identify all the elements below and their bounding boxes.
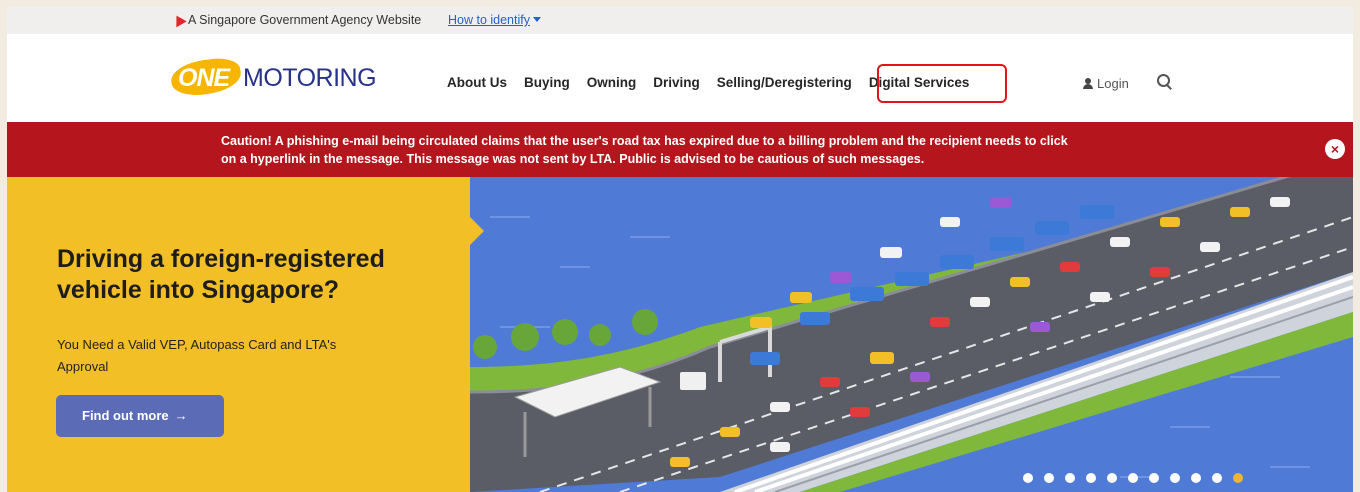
carousel-dot[interactable]	[1212, 473, 1222, 483]
caution-line-2: on a hyperlink in the message. This mess…	[221, 152, 925, 166]
how-to-identify-link[interactable]: How to identify	[448, 13, 541, 27]
carousel-dot[interactable]	[1170, 473, 1180, 483]
causeway-traffic-illustration	[470, 177, 1353, 492]
nav-driving[interactable]: Driving	[653, 75, 700, 90]
logo-one-text: ONE	[178, 64, 230, 92]
logo-motoring-text: MOTORING	[243, 64, 377, 92]
find-out-more-button[interactable]: Find out more →	[56, 395, 224, 437]
phishing-caution-banner: Caution! A phishing e-mail being circula…	[7, 122, 1353, 177]
hero-text-panel: Driving a foreign-registered vehicle int…	[7, 177, 484, 492]
site-header: ONE MOTORING About Us Buying Owning Driv…	[7, 34, 1353, 122]
carousel-dot[interactable]	[1065, 473, 1075, 483]
carousel-dot[interactable]	[1023, 473, 1033, 483]
digital-services-highlight	[877, 64, 1007, 103]
carousel-dots	[1023, 473, 1254, 483]
nav-owning[interactable]: Owning	[587, 75, 637, 90]
hero-illustration	[470, 177, 1353, 492]
carousel-dot[interactable]	[1044, 473, 1054, 483]
login-label: Login	[1097, 76, 1129, 91]
nav-buying[interactable]: Buying	[524, 75, 570, 90]
nav-about-us[interactable]: About Us	[447, 75, 507, 90]
close-icon[interactable]: ×	[1325, 139, 1345, 159]
hero-title: Driving a foreign-registered vehicle int…	[57, 245, 385, 304]
browser-page: A Singapore Government Agency Website Ho…	[7, 7, 1353, 492]
carousel-dot[interactable]	[1086, 473, 1096, 483]
page-scrollbar[interactable]	[1353, 0, 1360, 492]
how-to-identify-label: How to identify	[448, 13, 530, 27]
nav-selling-deregistering[interactable]: Selling/Deregistering	[717, 75, 852, 90]
user-icon	[1083, 78, 1093, 89]
carousel-dot-active[interactable]	[1233, 473, 1243, 483]
carousel-dot[interactable]	[1128, 473, 1138, 483]
government-masthead: A Singapore Government Agency Website Ho…	[7, 7, 1353, 34]
search-icon[interactable]	[1157, 74, 1172, 89]
caret-down-icon	[532, 17, 541, 22]
carousel-dot[interactable]	[1149, 473, 1159, 483]
find-out-more-label: Find out more	[82, 408, 169, 423]
agency-text: A Singapore Government Agency Website	[188, 13, 422, 27]
hero-carousel: Driving a foreign-registered vehicle int…	[7, 177, 1353, 492]
carousel-dot[interactable]	[1107, 473, 1117, 483]
singapore-lion-icon	[171, 12, 187, 28]
login-link[interactable]: Login	[1083, 76, 1129, 91]
hero-subtitle: You Need a Valid VEP, Autopass Card and …	[57, 337, 337, 374]
carousel-dot[interactable]	[1191, 473, 1201, 483]
arrow-right-icon: →	[174, 408, 188, 423]
panel-pointer	[470, 217, 484, 245]
caution-line-1: Caution! A phishing e-mail being circula…	[221, 134, 1068, 148]
onemotoring-logo[interactable]: ONE MOTORING	[168, 48, 391, 99]
